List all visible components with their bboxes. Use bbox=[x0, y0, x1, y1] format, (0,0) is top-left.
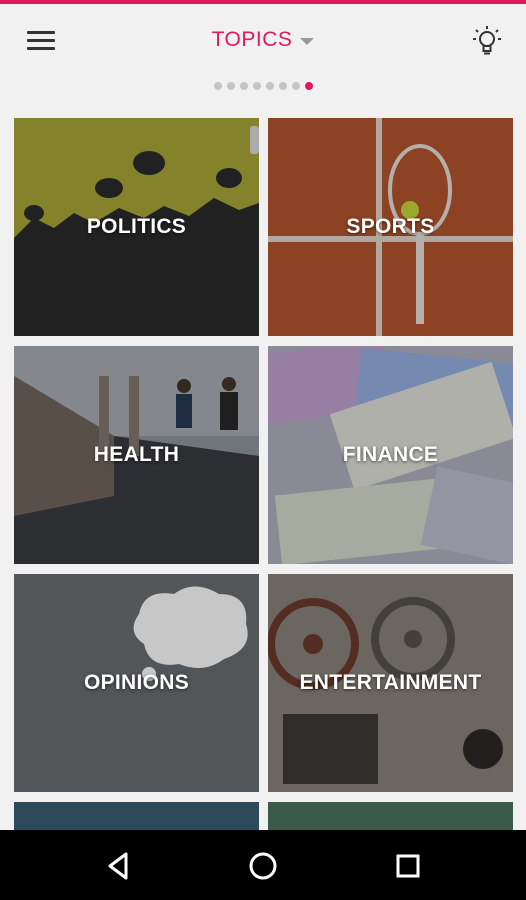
page-dot bbox=[213, 82, 222, 90]
page-dot bbox=[291, 82, 300, 90]
recents-square-icon[interactable] bbox=[390, 848, 426, 884]
page-dot-active bbox=[304, 82, 313, 90]
topic-label: POLITICS bbox=[86, 215, 187, 238]
page-dot bbox=[265, 82, 274, 90]
topic-label: OPINIONS bbox=[83, 671, 190, 694]
topic-tile-entertainment[interactable]: ENTERTAINMENT bbox=[268, 574, 513, 792]
topic-tile-partial[interactable] bbox=[268, 802, 513, 832]
caret-down-icon bbox=[300, 37, 315, 45]
topic-tile-partial[interactable] bbox=[14, 802, 259, 832]
topic-tile-sports[interactable]: SPORTS bbox=[268, 118, 513, 336]
topic-label: SPORTS bbox=[346, 215, 435, 238]
topic-label: HEALTH bbox=[93, 443, 180, 466]
topic-label: ENTERTAINMENT bbox=[299, 671, 482, 694]
home-circle-icon[interactable] bbox=[245, 848, 281, 884]
lightbulb-icon[interactable] bbox=[470, 24, 504, 58]
system-nav-bar bbox=[0, 830, 526, 900]
topic-tile-finance[interactable]: FINANCE bbox=[268, 346, 513, 564]
page-dot bbox=[278, 82, 287, 90]
topic-tile-health[interactable]: HEALTH bbox=[14, 346, 259, 564]
app-bar: TOPICS bbox=[0, 4, 526, 78]
topic-tile-opinions[interactable]: OPINIONS bbox=[14, 574, 259, 792]
topic-label: FINANCE bbox=[342, 443, 439, 466]
page-indicator bbox=[0, 82, 526, 92]
page-dot bbox=[239, 82, 248, 90]
page-dot bbox=[252, 82, 261, 90]
topics-dropdown[interactable]: TOPICS bbox=[0, 28, 526, 52]
topic-tile-politics[interactable]: POLITICS bbox=[14, 118, 259, 336]
back-triangle-icon[interactable] bbox=[100, 848, 136, 884]
page-title: TOPICS bbox=[211, 28, 293, 51]
page-dot bbox=[226, 82, 235, 90]
